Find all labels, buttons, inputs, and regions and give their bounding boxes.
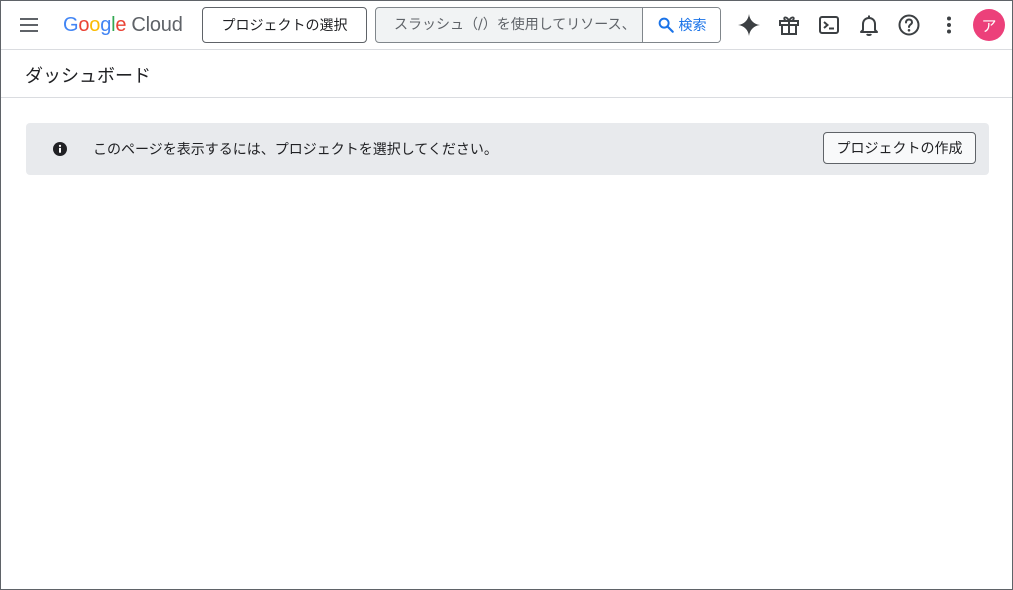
- search-button[interactable]: 検索: [642, 8, 720, 42]
- app-window: GoogleCloud プロジェクトの選択 検索: [0, 0, 1013, 590]
- gemini-sparkle-icon: [738, 14, 760, 36]
- search-input[interactable]: [376, 8, 642, 42]
- gift-icon: [779, 16, 799, 35]
- gemini-button[interactable]: [737, 13, 761, 37]
- page-header: ダッシュボード: [1, 50, 1012, 98]
- logo-letter: G: [63, 13, 79, 36]
- search-bar: 検索: [375, 7, 721, 43]
- info-icon: [53, 142, 67, 156]
- google-cloud-logo[interactable]: Go o g l e Cloud: [63, 12, 183, 38]
- page-title: ダッシュボード: [25, 66, 151, 87]
- cloud-shell-icon: [819, 16, 839, 34]
- notifications-bell-icon: [860, 15, 878, 36]
- logo-letter: g: [100, 13, 112, 36]
- top-bar: GoogleCloud プロジェクトの選択 検索: [1, 1, 1012, 50]
- create-project-button[interactable]: プロジェクトの作成: [823, 132, 976, 164]
- logo-letter: e: [115, 13, 127, 36]
- help-button[interactable]: [897, 13, 921, 37]
- gift-button[interactable]: [777, 13, 801, 37]
- logo-letter: o: [89, 13, 101, 36]
- help-icon: [898, 14, 920, 36]
- project-selector-button[interactable]: プロジェクトの選択: [202, 7, 367, 43]
- cloud-shell-button[interactable]: [817, 13, 841, 37]
- notifications-button[interactable]: [857, 13, 881, 37]
- search-icon: [658, 17, 674, 33]
- search-button-label: 検索: [678, 18, 707, 34]
- banner-message: このページを表示するには、プロジェクトを選択してください。: [93, 142, 498, 158]
- more-vert-icon: [947, 16, 951, 34]
- more-options-button[interactable]: [937, 13, 961, 37]
- menu-icon: [20, 18, 38, 20]
- logo-product-name: Cloud: [131, 13, 183, 36]
- account-avatar[interactable]: ア: [973, 9, 1005, 41]
- main-menu-button[interactable]: [18, 15, 40, 35]
- logo-letter: o: [78, 13, 90, 36]
- select-project-banner: このページを表示するには、プロジェクトを選択してください。 プロジェクトの作成: [26, 123, 989, 175]
